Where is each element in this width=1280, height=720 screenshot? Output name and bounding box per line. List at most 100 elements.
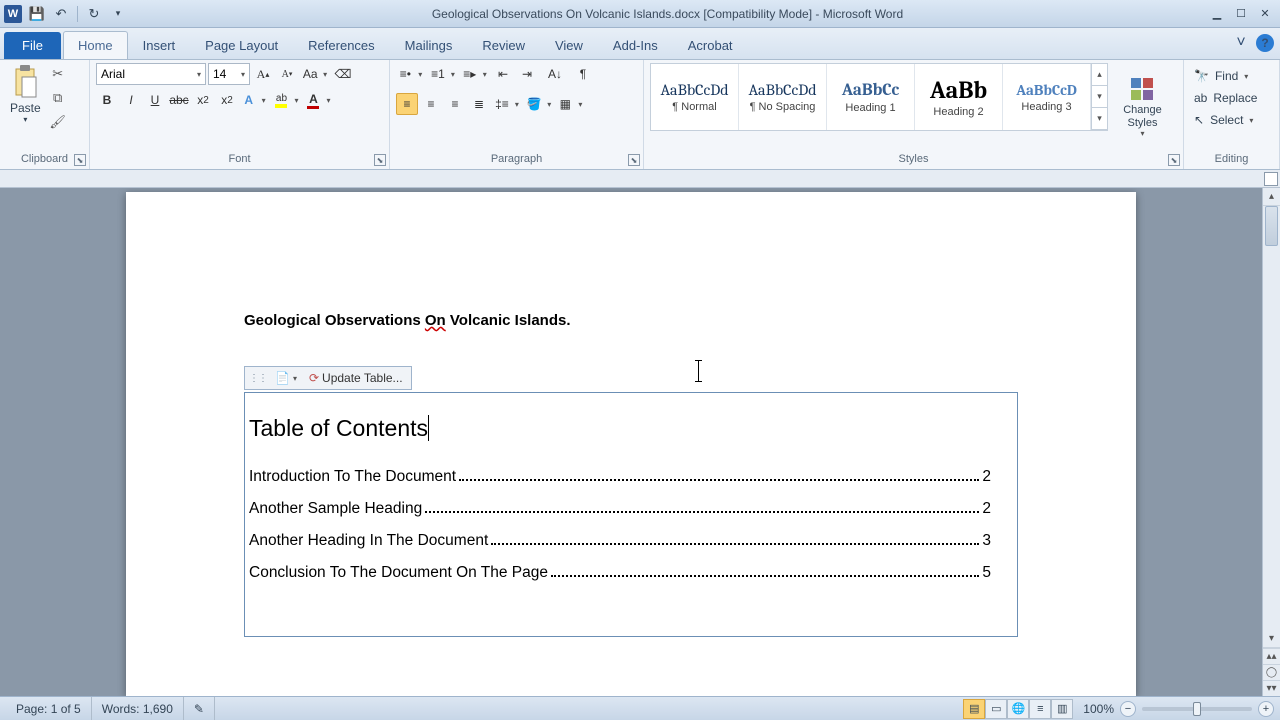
scroll-up-button[interactable]: ▴ (1263, 188, 1280, 206)
gallery-more-icon[interactable]: ▾ (1092, 108, 1107, 130)
zoom-slider-knob[interactable] (1193, 702, 1201, 716)
update-table-button[interactable]: ⟳Update Table... (305, 369, 407, 387)
borders-button[interactable]: ▦▾ (556, 93, 586, 115)
zoom-level[interactable]: 100% (1083, 702, 1114, 716)
tab-acrobat[interactable]: Acrobat (673, 31, 748, 59)
style-heading-1[interactable]: AaBbCcHeading 1 (827, 64, 915, 130)
paragraph-dialog-launcher[interactable]: ⬊ (628, 154, 640, 166)
zoom-out-button[interactable]: − (1120, 701, 1136, 717)
web-layout-view[interactable]: 🌐 (1007, 699, 1029, 719)
font-dialog-launcher[interactable]: ⬊ (374, 154, 386, 166)
page-indicator[interactable]: Page: 1 of 5 (6, 697, 92, 720)
page[interactable]: Geological Observations On Volcanic Isla… (126, 192, 1136, 696)
redo-icon[interactable]: ↻ (83, 3, 105, 25)
style-heading-2[interactable]: AaBbHeading 2 (915, 64, 1003, 130)
align-left-button[interactable]: ≡ (396, 93, 418, 115)
highlight-button[interactable]: ab▾ (272, 89, 302, 111)
draft-view[interactable]: ▥ (1051, 699, 1073, 719)
text-effects-button[interactable]: A▾ (240, 89, 270, 111)
toc-entry[interactable]: Introduction To The Document2 (249, 468, 1003, 486)
toc-drag-handle[interactable]: ⋮⋮ (249, 373, 267, 384)
tab-mailings[interactable]: Mailings (390, 31, 468, 59)
undo-icon[interactable]: ↶ (50, 3, 72, 25)
toc-content-control[interactable]: ⋮⋮ 📄▾ ⟳Update Table... Table of Contents… (244, 392, 1018, 637)
qat-customize-icon[interactable]: ▾ (107, 3, 129, 25)
tab-view[interactable]: View (540, 31, 598, 59)
save-icon[interactable]: 💾 (26, 3, 48, 25)
gallery-down-icon[interactable]: ▾ (1092, 86, 1107, 108)
find-button[interactable]: 🔭Find▾ (1190, 67, 1261, 85)
document-title[interactable]: Geological Observations On Volcanic Isla… (244, 312, 1018, 329)
word-count[interactable]: Words: 1,690 (92, 697, 184, 720)
previous-page-button[interactable]: ▴▴ (1263, 648, 1280, 664)
toc-options-button[interactable]: 📄▾ (271, 369, 301, 387)
increase-indent-button[interactable]: ⇥ (516, 63, 538, 85)
font-size-combo[interactable]: 14▾ (208, 63, 250, 85)
clear-formatting-button[interactable]: ⌫ (332, 63, 354, 85)
copy-button[interactable]: ⧉ (47, 87, 69, 109)
shading-button[interactable]: 🪣▾ (524, 93, 554, 115)
browse-object-button[interactable]: ◯ (1263, 664, 1280, 680)
sort-button[interactable]: A↓ (540, 63, 570, 85)
line-spacing-button[interactable]: ‡≡▾ (492, 93, 522, 115)
font-name-combo[interactable]: Arial▾ (96, 63, 206, 85)
format-painter-button[interactable]: 🖌 (47, 111, 69, 133)
scroll-down-button[interactable]: ▾ (1263, 630, 1280, 648)
horizontal-ruler[interactable] (0, 170, 1280, 188)
clipboard-dialog-launcher[interactable]: ⬊ (74, 154, 86, 166)
tab-references[interactable]: References (293, 31, 389, 59)
replace-button[interactable]: abReplace (1190, 89, 1261, 107)
decrease-indent-button[interactable]: ⇤ (492, 63, 514, 85)
outline-view[interactable]: ≡ (1029, 699, 1051, 719)
italic-button[interactable]: I (120, 89, 142, 111)
align-center-button[interactable]: ≡ (420, 93, 442, 115)
style-normal[interactable]: AaBbCcDd¶ Normal (651, 64, 739, 130)
cut-button[interactable]: ✂ (47, 63, 69, 85)
ruler-toggle-button[interactable] (1264, 172, 1278, 186)
subscript-button[interactable]: x2 (192, 89, 214, 111)
select-button[interactable]: ↖Select▾ (1190, 111, 1261, 129)
minimize-ribbon-icon[interactable]: ˅ (1232, 34, 1250, 52)
superscript-button[interactable]: x2 (216, 89, 238, 111)
grow-font-button[interactable]: A▴ (252, 63, 274, 85)
zoom-slider[interactable] (1142, 707, 1252, 711)
next-page-button[interactable]: ▾▾ (1263, 680, 1280, 696)
toc-entry[interactable]: Conclusion To The Document On The Page5 (249, 564, 1003, 582)
full-screen-view[interactable]: ▭ (985, 699, 1007, 719)
maximize-button[interactable]: ☐ (1230, 5, 1252, 23)
change-styles-button[interactable]: Change Styles ▾ (1108, 63, 1177, 151)
scrollbar-track[interactable] (1263, 206, 1280, 630)
styles-dialog-launcher[interactable]: ⬊ (1168, 154, 1180, 166)
toc-heading[interactable]: Table of Contents (249, 415, 1003, 442)
tab-review[interactable]: Review (467, 31, 540, 59)
help-icon[interactable]: ? (1256, 34, 1274, 52)
paste-button[interactable]: Paste ▾ (6, 63, 45, 126)
bold-button[interactable]: B (96, 89, 118, 111)
print-layout-view[interactable]: ▤ (963, 699, 985, 719)
tab-page-layout[interactable]: Page Layout (190, 31, 293, 59)
toc-box[interactable]: Table of Contents Introduction To The Do… (244, 392, 1018, 637)
toc-entry[interactable]: Another Heading In The Document3 (249, 532, 1003, 550)
justify-button[interactable]: ≣ (468, 93, 490, 115)
show-marks-button[interactable]: ¶ (572, 63, 594, 85)
document-area[interactable]: Geological Observations On Volcanic Isla… (0, 188, 1262, 696)
underline-button[interactable]: U (144, 89, 166, 111)
shrink-font-button[interactable]: A▾ (276, 63, 298, 85)
tab-add-ins[interactable]: Add-Ins (598, 31, 673, 59)
font-color-button[interactable]: A▾ (304, 89, 334, 111)
align-right-button[interactable]: ≡ (444, 93, 466, 115)
bullets-button[interactable]: ≡•▾ (396, 63, 426, 85)
toc-entry[interactable]: Another Sample Heading2 (249, 500, 1003, 518)
multilevel-list-button[interactable]: ≡▸▾ (460, 63, 490, 85)
zoom-in-button[interactable]: + (1258, 701, 1274, 717)
close-button[interactable]: ✕ (1254, 5, 1276, 23)
minimize-button[interactable]: ▁ (1206, 5, 1228, 23)
change-case-button[interactable]: Aa▾ (300, 63, 330, 85)
tab-home[interactable]: Home (63, 31, 128, 59)
scrollbar-thumb[interactable] (1265, 206, 1278, 246)
style-no-spacing[interactable]: AaBbCcDd¶ No Spacing (739, 64, 827, 130)
numbering-button[interactable]: ≡1▾ (428, 63, 458, 85)
strikethrough-button[interactable]: abc (168, 89, 190, 111)
gallery-up-icon[interactable]: ▴ (1092, 64, 1107, 86)
file-tab[interactable]: File (4, 32, 61, 59)
